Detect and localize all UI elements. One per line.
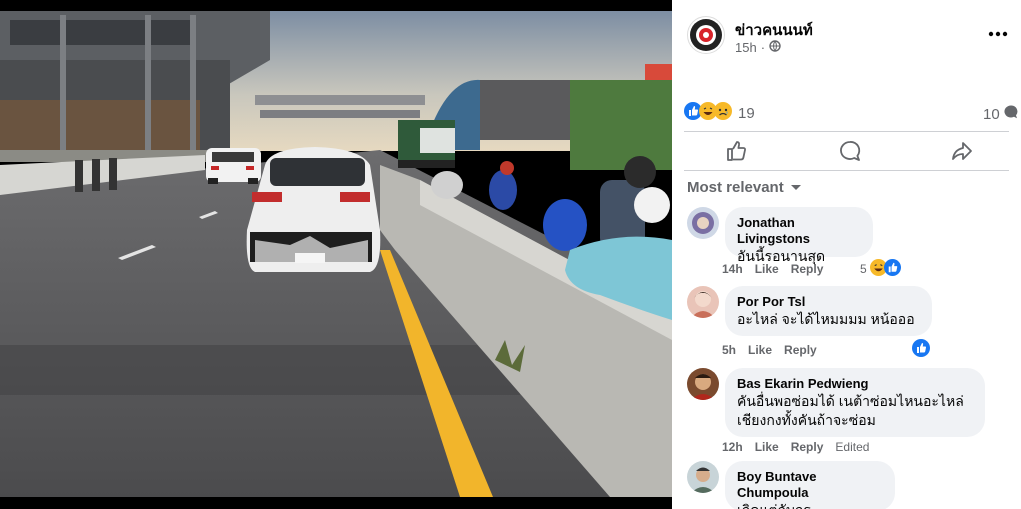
sort-label: Most relevant (687, 179, 784, 196)
skytrain-station (0, 11, 270, 162)
edited-label: Edited (835, 440, 870, 454)
comment-actions: 12h Like Reply Edited (722, 440, 869, 454)
comment-text-line: เชียงกงทั้งคันถ้าจะซ่อม (737, 412, 876, 428)
globe-icon (769, 40, 781, 55)
like-reaction-icon (912, 339, 930, 360)
post-meta: 15h · (735, 40, 781, 55)
divider (684, 131, 1009, 132)
comment-bubble: Bas Ekarin Pedwieng คันอื่นพอซ่อมได้ เนต… (725, 368, 985, 437)
comment-bubble: Boy Buntave Chumpoula เกิดแต่กับกรู (725, 461, 895, 509)
comment-bubble: Jonathan Livingstons อันนี้รอนานสุด (725, 207, 873, 264)
comment-text: เกิดแต่กับกรู (737, 501, 883, 509)
like-thumb-icon[interactable] (725, 139, 753, 165)
avatar[interactable] (687, 368, 719, 400)
comment-reaction-summary[interactable] (912, 339, 930, 360)
comment-time[interactable]: 5h (722, 343, 736, 357)
avatar[interactable] (687, 207, 719, 239)
reply-link[interactable]: Reply (791, 262, 824, 276)
more-options-icon[interactable] (986, 24, 1010, 46)
damaged-white-suv (246, 147, 381, 272)
like-link[interactable]: Like (755, 440, 779, 454)
reaction-summary[interactable]: 19 (684, 102, 755, 125)
comment-reaction-summary[interactable]: 5 (860, 259, 901, 279)
comment-text: อะไหล่ จะได้ไหมมมม หน้อออ (737, 311, 915, 327)
like-link[interactable]: Like (755, 262, 779, 276)
comment-author[interactable]: Bas Ekarin Pedwieng (737, 376, 973, 392)
reply-link[interactable]: Reply (784, 343, 817, 357)
comment-actions: 14h Like Reply (722, 262, 823, 276)
share-arrow-icon[interactable] (950, 139, 978, 165)
like-reaction-icon (883, 259, 901, 279)
comment-author[interactable]: Boy Buntave Chumpoula (737, 469, 883, 501)
comment-count-value: 10 (983, 105, 1000, 123)
reaction-count: 19 (738, 105, 755, 122)
comment-count-icon (1003, 104, 1019, 124)
comment-sort-dropdown[interactable]: Most relevant (687, 179, 802, 196)
comment-bubble: Por Por Tsl อะไหล่ จะได้ไหมมมม หน้อออ (725, 286, 932, 336)
chevron-down-icon (790, 179, 802, 196)
truck (398, 120, 455, 168)
comment-author[interactable]: Jonathan Livingstons (737, 215, 861, 247)
comment-count[interactable]: 10 (983, 104, 1019, 124)
divider (684, 170, 1009, 171)
avatar[interactable] (687, 461, 719, 493)
avatar[interactable] (687, 286, 719, 318)
comment-text-line: คันอื่นพอซ่อมได้ เนต้าซ่อมไหนอะไหล่ (737, 393, 964, 409)
comment-time[interactable]: 12h (722, 440, 743, 454)
comment-bubble-icon[interactable] (838, 139, 866, 165)
comment-author[interactable]: Por Por Tsl (737, 294, 920, 310)
page-avatar[interactable] (687, 16, 725, 54)
meta-separator: · (760, 40, 766, 55)
post-photo[interactable] (0, 0, 672, 509)
comment-actions: 5h Like Reply (722, 343, 817, 357)
like-link[interactable]: Like (748, 343, 772, 357)
post-panel: ข่าวคนนนท์ 15h · 19 10 Most relevant Jon… (672, 0, 1021, 509)
distant-white-car (206, 148, 261, 184)
page-name[interactable]: ข่าวคนนนท์ (735, 18, 813, 42)
sad-reaction-icon (714, 102, 732, 125)
comment-time[interactable]: 14h (722, 262, 743, 276)
reply-link[interactable]: Reply (791, 440, 824, 454)
comment-reaction-count: 5 (860, 262, 867, 276)
post-time[interactable]: 15h (735, 40, 757, 55)
